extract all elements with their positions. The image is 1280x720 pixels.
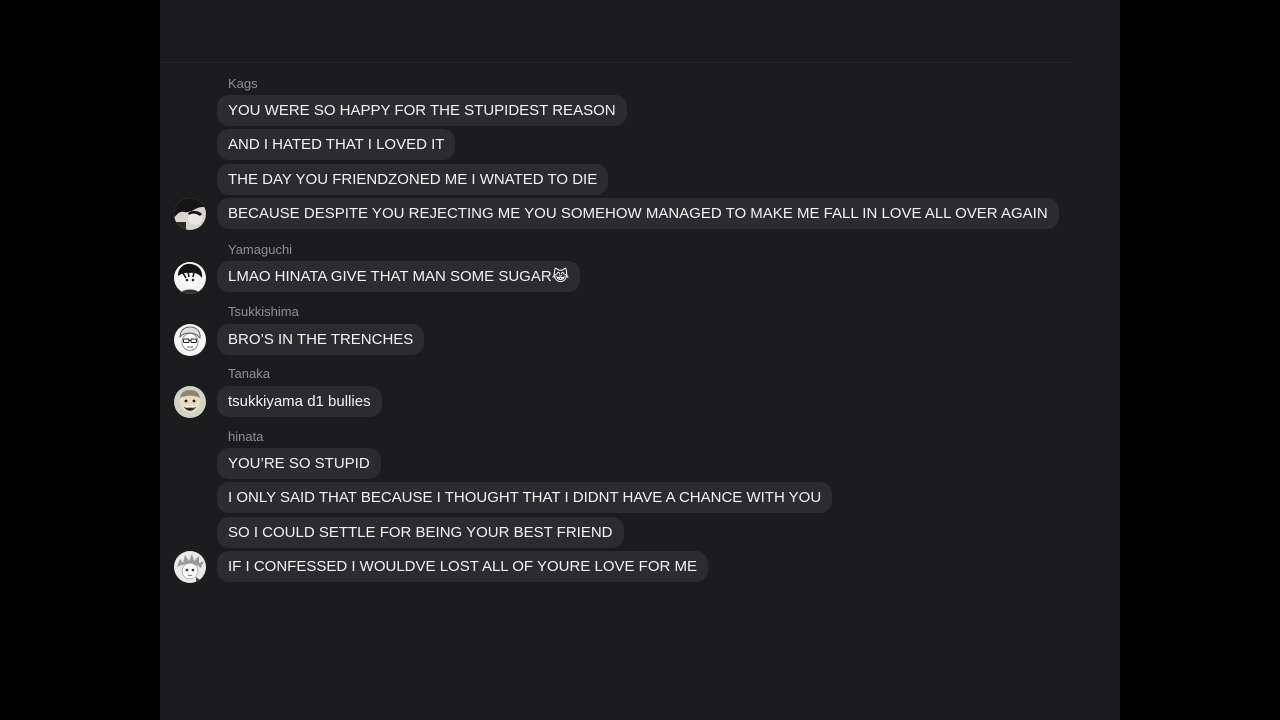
- message-bubble[interactable]: YOU WERE SO HAPPY FOR THE STUPIDEST REAS…: [217, 95, 627, 126]
- message-bubble[interactable]: tsukkiyama d1 bullies: [217, 386, 382, 417]
- manga-avatar-icon-kags[interactable]: [174, 198, 206, 230]
- message-bubble[interactable]: YOU’RE SO STUPID: [217, 448, 381, 479]
- message-bubble[interactable]: IF I CONFESSED I WOULDVE LOST ALL OF YOU…: [217, 551, 708, 582]
- message-bubble[interactable]: THE DAY YOU FRIENDZONED ME I WNATED TO D…: [217, 164, 609, 195]
- manga-avatar-icon-hinata[interactable]: [174, 551, 206, 583]
- sender-name: hinata: [228, 429, 264, 444]
- chat-window: Kags YOU WERE SO HAPPY FOR THE STUPIDEST…: [160, 0, 1120, 720]
- message-bubble[interactable]: AND I HATED THAT I LOVED IT: [217, 129, 456, 160]
- sender-name: Tanaka: [228, 366, 270, 381]
- sender-name: Yamaguchi: [228, 242, 293, 257]
- manga-avatar-icon-yamaguchi[interactable]: [174, 262, 206, 294]
- sender-name: Tsukkishima: [228, 304, 299, 319]
- message-bubble[interactable]: BRO’S IN THE TRENCHES: [217, 324, 425, 355]
- manga-avatar-icon-tanaka[interactable]: [174, 386, 206, 418]
- message-bubble[interactable]: I ONLY SAID THAT BECAUSE I THOUGHT THAT …: [217, 482, 833, 513]
- message-bubble[interactable]: LMAO HINATA GIVE THAT MAN SOME SUGAR😹: [217, 261, 581, 292]
- sender-name: Kags: [228, 76, 258, 91]
- message-bubble[interactable]: SO I COULD SETTLE FOR BEING YOUR BEST FR…: [217, 517, 624, 548]
- header-divider: [160, 62, 1072, 63]
- manga-avatar-icon-tsukkishima[interactable]: [174, 324, 206, 356]
- message-bubble[interactable]: BECAUSE DESPITE YOU REJECTING ME YOU SOM…: [217, 198, 1059, 229]
